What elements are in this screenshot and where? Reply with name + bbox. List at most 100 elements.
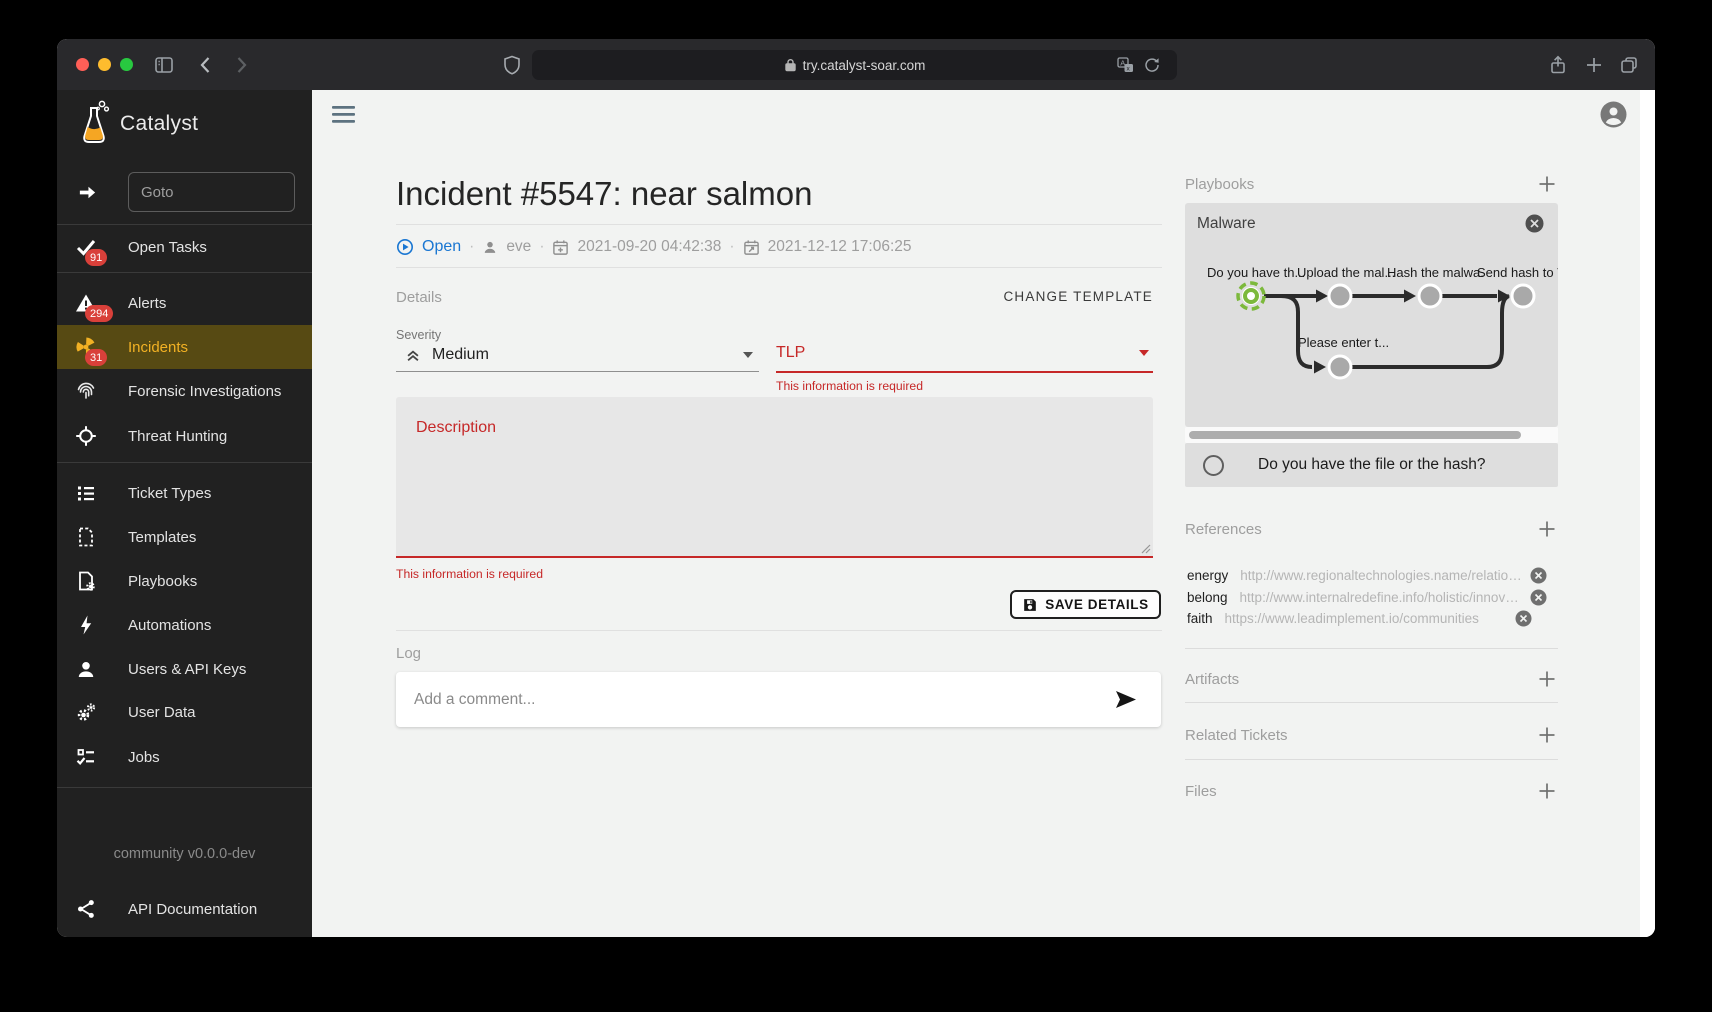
crosshair-icon [75,425,97,447]
sidebar-divider [57,462,312,463]
sidebar-item-automations[interactable]: Automations [57,603,312,647]
save-details-button[interactable]: SAVE DETAILS [1010,590,1161,619]
goto-arrow-icon [77,182,98,203]
page-scrollbar-track[interactable] [1640,90,1655,937]
change-template-button[interactable]: CHANGE TEMPLATE [1003,289,1153,304]
details-section-label: Details [396,289,442,306]
playbook-card-malware: Malware Do you have th... Upload the mal… [1185,203,1558,427]
address-bar[interactable]: try.catalyst-soar.com Ax [532,50,1177,80]
user-avatar[interactable] [1600,101,1627,128]
workflow-node [1419,285,1441,307]
share-icon[interactable] [1547,54,1569,76]
playbook-scrollbar-thumb[interactable] [1189,431,1521,439]
send-comment-icon[interactable] [1115,690,1137,709]
app-name: Catalyst [120,112,198,136]
comment-card [396,672,1161,727]
checklist-icon [75,746,97,768]
add-artifact-icon[interactable] [1536,668,1558,690]
radiation-icon: 31 [75,336,97,358]
log-section-label: Log [396,645,421,662]
reference-url[interactable]: https://www.leadimplement.io/communities [1225,611,1507,626]
goto-input[interactable] [128,172,295,212]
description-label: Description [416,419,496,437]
reference-row: belong http://www.internalredefine.info/… [1187,588,1558,606]
close-window-button[interactable] [76,58,89,71]
severity-select[interactable]: Medium [404,346,759,364]
sidebar-toggle-icon[interactable] [153,54,175,76]
translate-icon[interactable]: Ax [1116,56,1135,75]
sidebar-item-templates[interactable]: Templates [57,515,312,559]
new-tab-icon[interactable] [1583,54,1605,76]
person-icon [75,658,97,680]
svg-text:A: A [1120,59,1125,68]
forward-button[interactable] [230,54,252,76]
sidebar-item-jobs[interactable]: Jobs [57,735,312,779]
sidebar-item-threat-hunting[interactable]: Threat Hunting [57,414,312,458]
zoom-window-button[interactable] [120,58,133,71]
references-section-header: References [1185,518,1558,540]
privacy-shield-icon[interactable] [501,54,523,76]
list-icon [75,482,97,504]
reference-name: belong [1187,590,1228,605]
remove-reference-icon[interactable] [1515,610,1532,627]
minimize-window-button[interactable] [98,58,111,71]
open-tasks-badge: 91 [85,249,107,266]
remove-reference-icon[interactable] [1530,589,1547,606]
reference-row: faith https://www.leadimplement.io/commu… [1187,609,1558,627]
reference-name: energy [1187,568,1228,583]
sidebar-item-forensic-investigations[interactable]: Forensic Investigations [57,369,312,413]
gears-icon [75,701,97,723]
remove-reference-icon[interactable] [1530,567,1547,584]
reference-url[interactable]: http://www.internalredefine.info/holisti… [1240,590,1522,605]
app-version: community v0.0.0-dev [57,846,312,862]
sidebar-item-incidents[interactable]: 31 Incidents [57,325,312,369]
workflow-node [1512,285,1534,307]
playbooks-section-header: Playbooks [1185,173,1558,195]
playbook-scrollbar-track[interactable] [1185,427,1558,443]
workflow-start-node [1238,283,1264,309]
sidebar-item-open-tasks[interactable]: 91 Open Tasks [57,225,312,269]
tlp-underline [776,371,1153,373]
task-radio-button[interactable] [1203,455,1224,476]
main-content: Incident #5547: near salmon Open · eve ·… [312,90,1655,937]
task-question: Do you have the file or the hash? [1258,456,1485,474]
url-text: try.catalyst-soar.com [803,58,926,73]
sidebar-divider [57,787,312,788]
severity-value: Medium [432,346,489,364]
tabs-overview-icon[interactable] [1618,54,1640,76]
comment-input[interactable] [396,691,1115,709]
sidebar-item-users-api-keys[interactable]: Users & API Keys [57,647,312,691]
add-reference-icon[interactable] [1536,518,1558,540]
related-tickets-section-label: Related Tickets [1185,727,1288,744]
lock-icon [784,58,797,72]
back-button[interactable] [195,54,217,76]
sidebar-item-user-data[interactable]: User Data [57,690,312,734]
severity-field-label: Severity [396,328,441,342]
reload-icon[interactable] [1143,56,1161,74]
description-textarea[interactable]: Description [396,397,1153,558]
playbook-icon [75,570,97,592]
artifacts-section-header: Artifacts [1185,668,1558,690]
sidebar-item-api-documentation[interactable]: API Documentation [57,887,312,931]
severity-medium-icon [404,346,422,364]
playbook-task-row: Do you have the file or the hash? [1185,443,1558,487]
workflow-graph[interactable] [1185,203,1558,427]
add-related-ticket-icon[interactable] [1536,724,1558,746]
warning-icon: 294 [75,292,97,314]
sidebar-item-playbooks[interactable]: Playbooks [57,559,312,603]
tlp-select[interactable]: TLP [776,344,1153,362]
save-floppy-icon [1022,597,1038,613]
resize-handle[interactable] [1141,544,1151,554]
reference-url[interactable]: http://www.regionaltechnologies.name/rel… [1240,568,1522,583]
add-playbook-icon[interactable] [1536,173,1558,195]
add-file-icon[interactable] [1536,780,1558,802]
tlp-caret-icon [1139,350,1149,356]
artifacts-section-label: Artifacts [1185,671,1239,688]
tlp-label: TLP [776,344,805,362]
divider [1185,648,1558,649]
sidebar-item-ticket-types[interactable]: Ticket Types [57,471,312,515]
description-required-error: This information is required [396,567,543,581]
sidebar-divider [57,272,312,273]
sidebar-item-alerts[interactable]: 294 Alerts [57,281,312,325]
files-section-header: Files [1185,780,1558,802]
